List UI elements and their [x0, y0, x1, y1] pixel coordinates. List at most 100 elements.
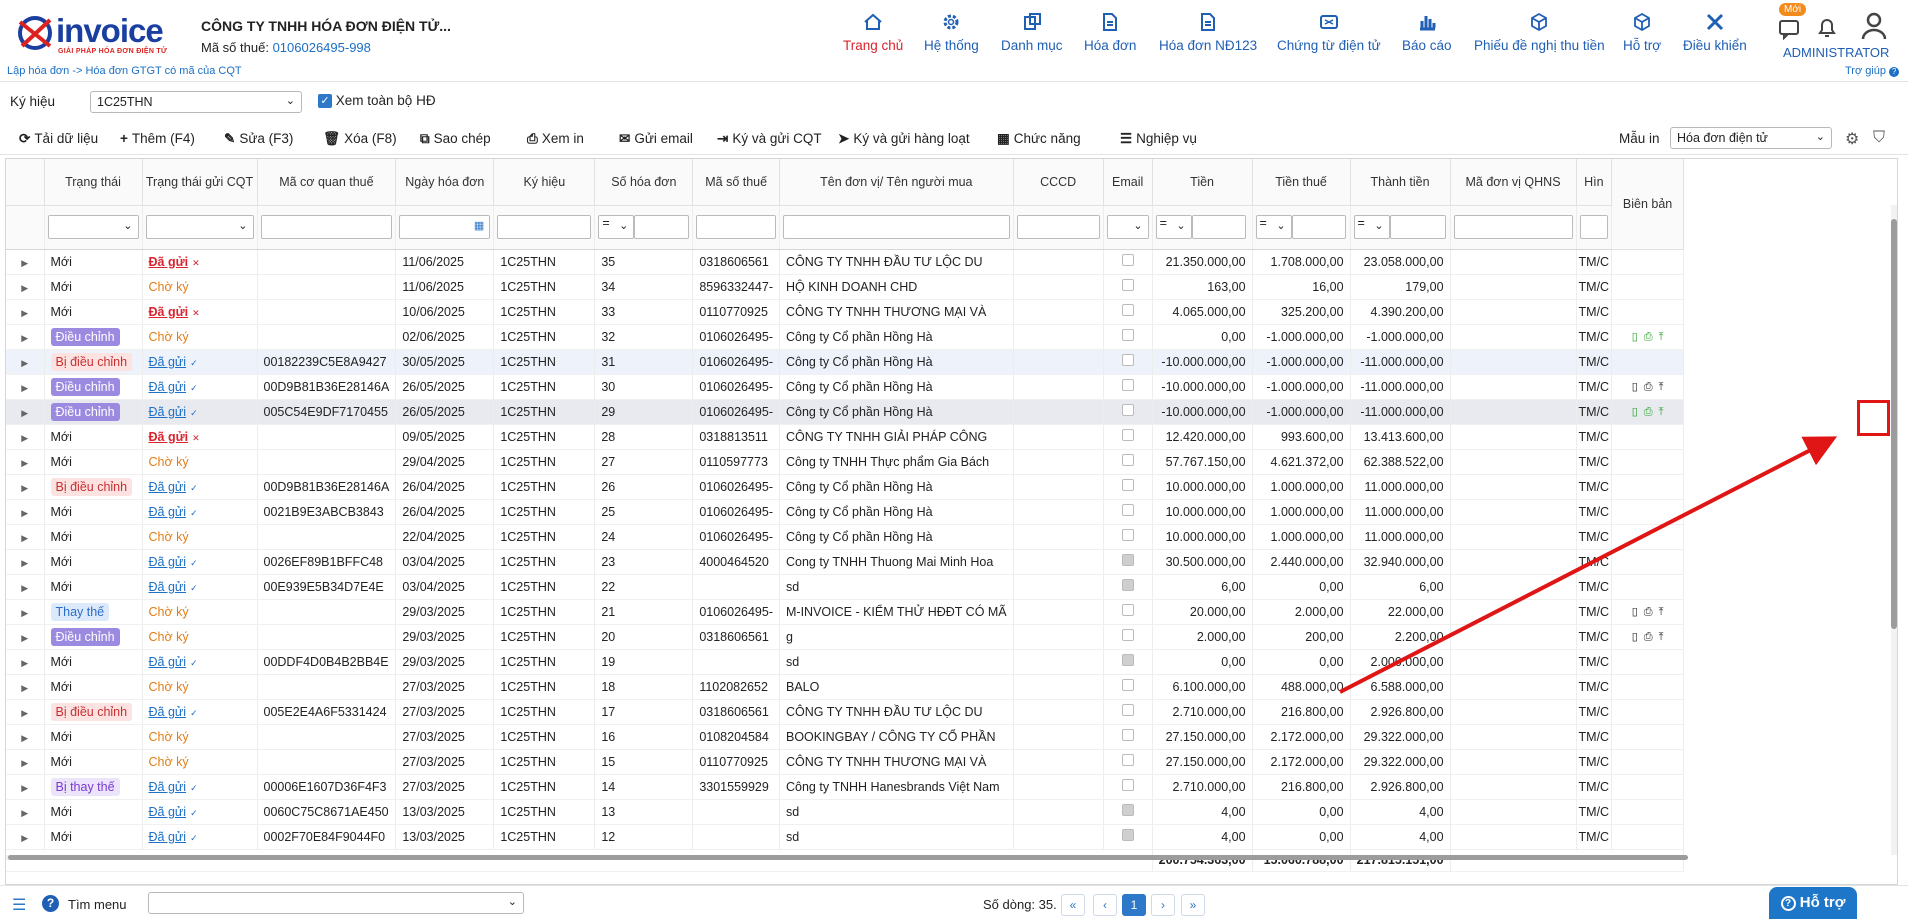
send-status-cell[interactable]: Đã gửi ✓: [142, 699, 258, 725]
send-status-link[interactable]: Đã gửi: [149, 805, 187, 819]
admin-label[interactable]: ADMINISTRATOR: [1783, 45, 1889, 60]
buyer-filter[interactable]: [779, 205, 1014, 250]
date-filter[interactable]: ▦: [395, 205, 495, 250]
row-expander[interactable]: ▶: [6, 299, 45, 325]
filter-input[interactable]: [1191, 215, 1246, 239]
send-status-cell[interactable]: Đã gửi ✕: [142, 299, 258, 325]
print-preview-button[interactable]: ⎙ Xem in: [527, 131, 584, 147]
printer-icon[interactable]: ⎙: [1644, 606, 1653, 618]
row-expander[interactable]: ▶: [6, 624, 45, 650]
qhns-filter[interactable]: [1450, 205, 1577, 250]
document-icon[interactable]: ▯: [1632, 331, 1638, 343]
send-status-link[interactable]: Đã gửi: [149, 705, 187, 719]
send-status-link[interactable]: Chờ ký: [149, 755, 189, 769]
upload-icon[interactable]: ⤒: [1659, 406, 1664, 418]
send-status-link[interactable]: Chờ ký: [149, 530, 189, 544]
bell-icon[interactable]: [1816, 16, 1838, 40]
send-status-cell[interactable]: Chờ ký: [142, 324, 258, 350]
printer-icon[interactable]: ⎙: [1644, 631, 1653, 643]
send-status-cell[interactable]: Chờ ký: [142, 624, 258, 650]
filter-input[interactable]: [1389, 215, 1446, 239]
total-filter[interactable]: = ⌄: [1350, 205, 1451, 250]
nav-control[interactable]: Điều khiển: [1683, 12, 1747, 53]
table-row[interactable]: ▶ Thay thế Chờ ký 29/03/2025 1C25THN 21 010602…: [6, 599, 1685, 625]
row-expander[interactable]: ▶: [6, 499, 45, 525]
list-icon[interactable]: ☰: [12, 895, 26, 915]
column-header[interactable]: Trạng thái gửi CQT: [142, 159, 258, 206]
printer-icon[interactable]: ⎙: [1644, 331, 1653, 343]
filter-date-input[interactable]: ▦: [399, 215, 491, 239]
send-email-button[interactable]: ✉ Gửi email: [619, 131, 693, 147]
table-row[interactable]: ▶ Bị điều chỉnh Đã gửi ✓ 005E2E4A6F5331424 27…: [6, 699, 1685, 725]
send-status-link[interactable]: Đã gửi: [149, 405, 187, 419]
table-row[interactable]: ▶ Mới Chờ ký 11/06/2025 1C25THN 34 8596332447-…: [6, 274, 1685, 300]
table-row[interactable]: ▶ Mới Chờ ký 27/03/2025 1C25THN 18 1102082652 B…: [6, 674, 1685, 700]
filter-input[interactable]: [1453, 215, 1573, 239]
tax-code-filter[interactable]: [257, 205, 397, 250]
send-status-link[interactable]: Chờ ký: [149, 605, 189, 619]
operator-select[interactable]: = ⌄: [1155, 215, 1192, 239]
shield-icon[interactable]: ⛉: [1873, 129, 1885, 147]
upload-icon[interactable]: ⤒: [1659, 331, 1664, 343]
delete-button[interactable]: 🗑 Xóa (F8): [323, 131, 397, 147]
table-row[interactable]: ▶ Bị điều chỉnh Đã gửi ✓ 00182239C5E8A9427 30…: [6, 349, 1685, 375]
operator-select[interactable]: = ⌄: [598, 215, 635, 239]
row-expander[interactable]: ▶: [6, 474, 45, 500]
scrollbar-thumb[interactable]: [1891, 219, 1897, 629]
send-status-cell[interactable]: Đã gửi ✓: [142, 549, 258, 575]
table-row[interactable]: ▶ Mới Chờ ký 22/04/2025 1C25THN 24 0106026495-…: [6, 524, 1685, 550]
send-status-cell[interactable]: Đã gửi ✓: [142, 499, 258, 525]
table-row[interactable]: ▶ Bị điều chỉnh Đã gửi ✓ 00D9B81B36E28146A 26…: [6, 474, 1685, 500]
send-status-link[interactable]: Đã gửi: [149, 830, 187, 844]
printer-icon[interactable]: ⎙: [1644, 381, 1653, 393]
row-expander[interactable]: ▶: [6, 274, 45, 300]
row-expander[interactable]: ▶: [6, 824, 45, 850]
upload-icon[interactable]: ⤒: [1659, 631, 1664, 643]
nav-catalog[interactable]: Danh mục: [1001, 12, 1063, 53]
send-status-link[interactable]: Chờ ký: [149, 680, 189, 694]
printer-icon[interactable]: ⎙: [1644, 406, 1653, 418]
send-status-link[interactable]: Chờ ký: [149, 630, 189, 644]
send-status-link[interactable]: Đã gửi: [149, 655, 187, 669]
scrollbar-thumb[interactable]: [8, 855, 1688, 860]
table-row[interactable]: ▶ Mới Đã gửi ✓ 00E939E5B34D7E4E 03/04/2025 1C2…: [6, 574, 1685, 600]
operator-select[interactable]: = ⌄: [1353, 215, 1390, 239]
mst-filter[interactable]: [692, 205, 780, 250]
send-status-filter[interactable]: ⌄: [142, 205, 258, 250]
table-row[interactable]: ▶ Mới Đã gửi ✓ 00DDF4D0B4B2BB4E 29/03/2025 1C2…: [6, 649, 1685, 675]
send-status-cell[interactable]: Đã gửi ✕: [142, 424, 258, 450]
row-expander[interactable]: ▶: [6, 799, 45, 825]
chat-icon[interactable]: [1778, 18, 1800, 40]
filter-select[interactable]: ⌄: [145, 215, 254, 239]
table-row[interactable]: ▶ Mới Đã gửi ✓ 0026EF89B1BFFC48 03/04/2025 1C2…: [6, 549, 1685, 575]
help-link[interactable]: Trợ giúp ?: [1845, 65, 1900, 77]
operator-select[interactable]: = ⌄: [1255, 215, 1292, 239]
sign-send-cqt-button[interactable]: ⇥ Ký và gửi CQT: [717, 131, 822, 147]
nav-system[interactable]: Hệ thống: [924, 12, 979, 53]
row-expander[interactable]: ▶: [6, 699, 45, 725]
logo[interactable]: invoice GIẢI PHÁP HÓA ĐƠN ĐIỆN TỬ: [14, 12, 176, 56]
send-status-cell[interactable]: Đã gửi ✓: [142, 799, 258, 825]
document-icon[interactable]: ▯: [1632, 631, 1638, 643]
table-row[interactable]: ▶ Điều chỉnh Chờ ký 29/03/2025 1C25THN 20 0318…: [6, 624, 1685, 650]
send-status-cell[interactable]: Chờ ký: [142, 274, 258, 300]
row-expander[interactable]: ▶: [6, 449, 45, 475]
filter-input[interactable]: [1016, 215, 1100, 239]
column-header[interactable]: Ngày hóa đơn: [395, 159, 495, 206]
row-expander[interactable]: ▶: [6, 374, 45, 400]
table-row[interactable]: ▶ Mới Chờ ký 29/04/2025 1C25THN 27 0110597773 C…: [6, 449, 1685, 475]
send-status-link[interactable]: Chờ ký: [149, 730, 189, 744]
column-header[interactable]: CCCD: [1013, 159, 1104, 206]
send-status-cell[interactable]: Đã gửi ✓: [142, 824, 258, 850]
row-expander[interactable]: ▶: [6, 674, 45, 700]
tax-filter[interactable]: = ⌄: [1252, 205, 1351, 250]
filter-select[interactable]: ⌄: [47, 215, 139, 239]
edit-button[interactable]: ✎ Sửa (F3): [224, 131, 293, 147]
reload-button[interactable]: ⟳ Tải dữ liệu: [19, 131, 98, 147]
row-expander[interactable]: ▶: [6, 349, 45, 375]
send-status-link[interactable]: Đã gửi: [149, 780, 187, 794]
column-header[interactable]: Mã cơ quan thuế: [257, 159, 397, 206]
row-expander[interactable]: ▶: [6, 724, 45, 750]
breadcrumb[interactable]: Lập hóa đơn -> Hóa đơn GTGT có mã của CQ…: [7, 65, 242, 77]
table-row[interactable]: ▶ Mới Đã gửi ✕ 10/06/2025 1C25THN 33 0110770925…: [6, 299, 1685, 325]
